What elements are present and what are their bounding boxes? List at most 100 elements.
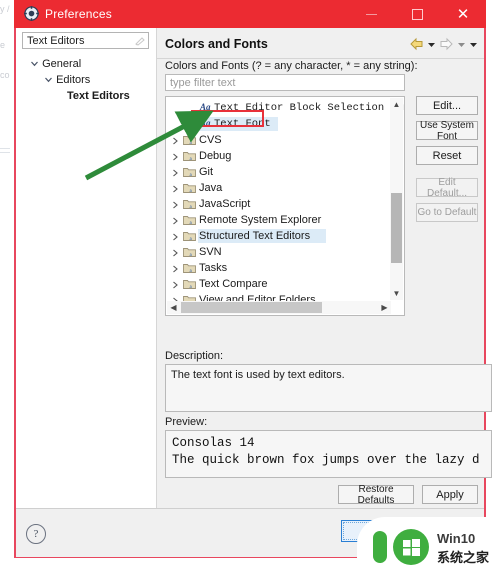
font-filter-input[interactable]: type filter text bbox=[165, 74, 405, 91]
folder-icon: a bbox=[183, 134, 196, 146]
font-sample-icon: Aa bbox=[200, 102, 211, 112]
use-system-font-button[interactable]: Use System Font bbox=[416, 120, 478, 142]
page-title: Colors and Fonts bbox=[165, 37, 268, 51]
list-item[interactable]: a Remote System Explorer bbox=[166, 212, 391, 228]
minimize-button[interactable] bbox=[348, 0, 394, 28]
forward-arrow-icon[interactable] bbox=[439, 37, 454, 51]
scrollbar-thumb[interactable] bbox=[181, 302, 322, 313]
go-to-default-button[interactable]: Go to Default bbox=[416, 203, 478, 222]
sidebar-item-label: Text Editors bbox=[67, 90, 130, 102]
list-item-label: Tasks bbox=[199, 262, 228, 274]
folder-icon: a bbox=[183, 262, 196, 274]
scrollbar-thumb[interactable] bbox=[391, 193, 402, 263]
sidebar-filter-input[interactable]: Text Editors bbox=[22, 32, 149, 49]
list-item-label: SVN bbox=[199, 246, 222, 258]
list-item[interactable]: a SVN bbox=[166, 244, 391, 260]
scroll-down-icon[interactable]: ▼ bbox=[390, 287, 403, 300]
preview-label: Preview: bbox=[165, 416, 208, 428]
list-item[interactable]: a Tasks bbox=[166, 260, 391, 276]
chevron-right-icon[interactable] bbox=[171, 216, 179, 225]
watermark-line-2: 系统之家 bbox=[437, 550, 490, 565]
win10-logo-bar-icon bbox=[373, 531, 387, 563]
chevron-down-icon[interactable] bbox=[469, 40, 478, 49]
help-icon[interactable]: ? bbox=[26, 524, 46, 544]
sidebar-item-label: Editors bbox=[56, 74, 91, 86]
group-label-text: Colors and Fonts (? = any character, * =… bbox=[165, 60, 418, 72]
sidebar-item-text-editors[interactable]: Text Editors bbox=[67, 90, 130, 102]
folder-icon: a bbox=[183, 150, 196, 162]
chevron-right-icon[interactable] bbox=[171, 200, 179, 209]
chevron-right-icon[interactable] bbox=[171, 168, 179, 177]
edit-default-button[interactable]: Edit Default... bbox=[416, 176, 478, 199]
chevron-right-icon[interactable] bbox=[171, 184, 179, 193]
folder-icon: a bbox=[183, 278, 196, 290]
restore-defaults-button[interactable]: Restore Defaults bbox=[338, 483, 414, 506]
help-label: ? bbox=[33, 528, 39, 540]
scroll-right-icon[interactable]: ▶ bbox=[378, 301, 391, 314]
chevron-right-icon[interactable] bbox=[171, 136, 179, 145]
chevron-down-icon[interactable] bbox=[427, 40, 436, 49]
watermark: Win10 系统之家 bbox=[357, 517, 500, 573]
description-label: Description: bbox=[165, 350, 224, 362]
chevron-down-icon bbox=[30, 59, 39, 68]
scroll-up-icon[interactable]: ▲ bbox=[390, 98, 403, 111]
colors-fonts-group-label: Colors and Fonts (? = any character, * =… bbox=[165, 60, 418, 72]
font-sample-icon: Aa bbox=[200, 118, 211, 128]
edit-button[interactable]: Edit... bbox=[416, 96, 478, 115]
chevron-right-icon[interactable] bbox=[171, 280, 179, 289]
list-item[interactable]: a Java bbox=[166, 180, 391, 196]
tree-horizontal-scrollbar[interactable]: ◀ ▶ bbox=[167, 301, 391, 314]
list-item-label: Text Font bbox=[214, 118, 271, 130]
watermark-line-1: Win10 bbox=[437, 531, 476, 546]
list-item[interactable]: a Git bbox=[166, 164, 391, 180]
folder-icon: a bbox=[183, 230, 196, 242]
navigation-toolbar bbox=[409, 36, 478, 52]
sidebar-item-general[interactable]: General bbox=[30, 58, 81, 70]
chevron-down-icon[interactable] bbox=[457, 40, 466, 49]
chevron-right-icon[interactable] bbox=[171, 232, 179, 241]
folder-icon: a bbox=[183, 214, 196, 226]
list-item-label: Java bbox=[199, 182, 223, 194]
title-bar: Preferences ✕ bbox=[14, 0, 486, 28]
list-item-text-font[interactable]: Aa Text Font bbox=[166, 116, 391, 132]
win10-logo-icon bbox=[393, 529, 429, 565]
list-item-label: Remote System Explorer bbox=[199, 214, 322, 226]
chevron-right-icon[interactable] bbox=[171, 248, 179, 257]
apply-button[interactable]: Apply bbox=[422, 485, 478, 504]
list-item[interactable]: Aa Text Editor Block Selection Font bbox=[166, 100, 404, 116]
chevron-right-icon[interactable] bbox=[171, 264, 179, 273]
colors-fonts-tree[interactable]: Aa Text Editor Block Selection Font Aa T… bbox=[165, 96, 405, 316]
folder-icon: a bbox=[183, 246, 196, 258]
chevron-right-icon[interactable] bbox=[171, 152, 179, 161]
back-arrow-icon[interactable] bbox=[409, 37, 424, 51]
list-item-label: Text Compare bbox=[199, 278, 268, 290]
preview-line-1: Consolas 14 bbox=[172, 436, 255, 450]
header-divider bbox=[157, 58, 484, 59]
reset-button[interactable]: Reset bbox=[416, 146, 478, 165]
apply-label: Apply bbox=[436, 488, 464, 501]
reset-button-label: Reset bbox=[432, 149, 462, 162]
list-item[interactable]: a JavaScript bbox=[166, 196, 391, 212]
sidebar-item-label: General bbox=[42, 58, 82, 70]
folder-icon: a bbox=[183, 166, 196, 178]
clear-icon[interactable] bbox=[135, 36, 145, 46]
tree-vertical-scrollbar[interactable]: ▲ ▼ bbox=[390, 98, 403, 300]
edit-default-label: Edit Default... bbox=[426, 176, 468, 199]
restore-defaults-label: Restore Defaults bbox=[357, 483, 395, 506]
window-title: Preferences bbox=[45, 7, 112, 21]
list-item[interactable]: a Debug bbox=[166, 148, 391, 164]
close-button[interactable]: ✕ bbox=[440, 0, 486, 28]
scroll-left-icon[interactable]: ◀ bbox=[167, 301, 180, 314]
list-item-label: Debug bbox=[199, 150, 232, 162]
list-item[interactable]: a CVS bbox=[166, 132, 391, 148]
preferences-gear-icon bbox=[24, 6, 39, 21]
sidebar-item-editors[interactable]: Editors bbox=[44, 74, 90, 86]
maximize-button[interactable] bbox=[394, 0, 440, 28]
sidebar-filter-value: Text Editors bbox=[27, 35, 85, 47]
description-box: The text font is used by text editors. bbox=[165, 364, 492, 412]
list-item[interactable]: a Text Compare bbox=[166, 276, 391, 292]
list-item-label: Git bbox=[199, 166, 214, 178]
chevron-down-icon bbox=[44, 75, 53, 84]
list-item-label: Text Editor Block Selection Font bbox=[214, 102, 405, 114]
list-item[interactable]: a Structured Text Editors bbox=[166, 228, 391, 244]
